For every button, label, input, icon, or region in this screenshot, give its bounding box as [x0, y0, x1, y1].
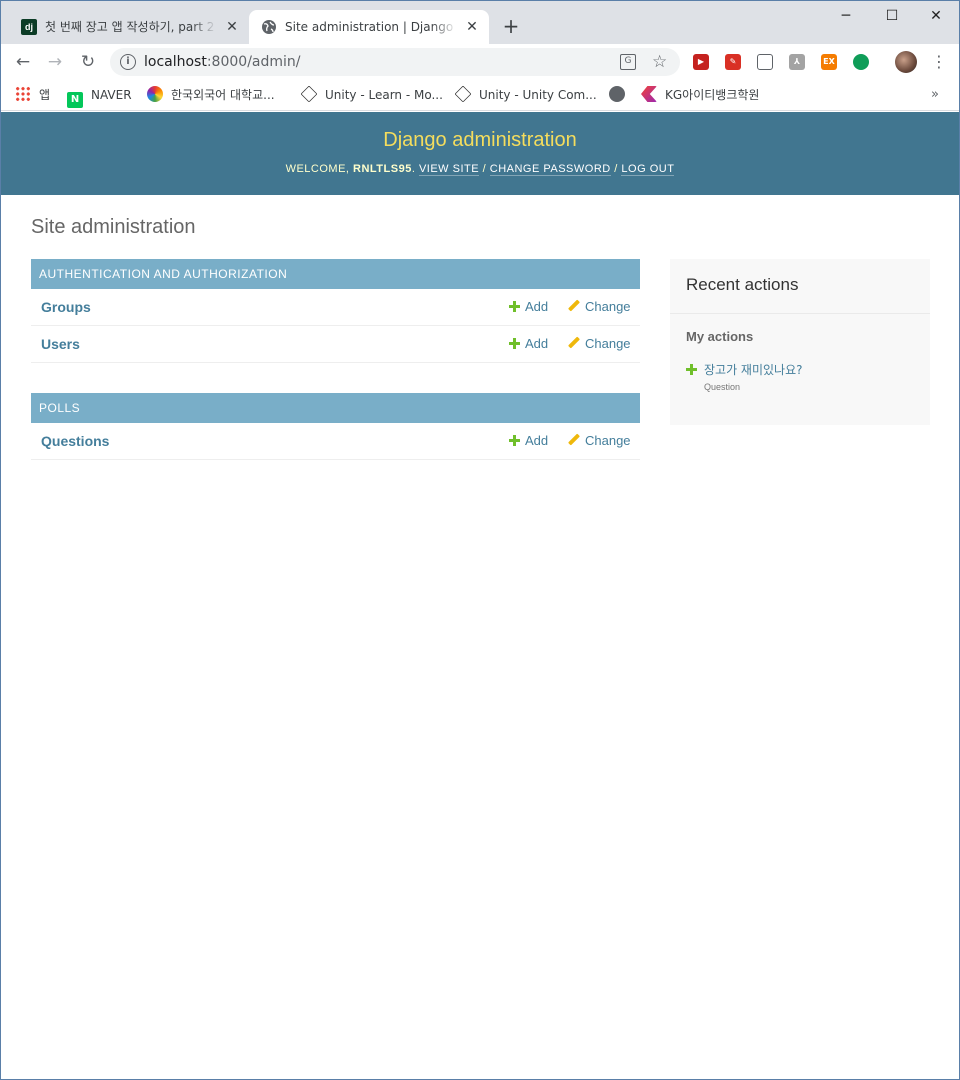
extension-reader-icon[interactable]	[757, 54, 773, 70]
new-tab-button[interactable]: +	[499, 14, 523, 38]
tab-title: 첫 번째 장고 앱 작성하기, part 2 | Django 문서	[45, 20, 217, 34]
close-icon[interactable]: ✕	[463, 18, 481, 36]
hufs-icon	[147, 86, 163, 102]
add-icon	[686, 364, 697, 375]
back-arrow-icon[interactable]: ←	[11, 50, 35, 74]
unity-icon	[300, 85, 318, 103]
url-text[interactable]: localhost:8000/admin/	[144, 53, 301, 71]
close-window-button[interactable]: ✕	[913, 1, 959, 31]
django-favicon-icon: dj	[21, 19, 37, 35]
bookmark-kg-itbank[interactable]: KG아이티뱅크학원	[641, 85, 759, 105]
tab-strip: dj 첫 번째 장고 앱 작성하기, part 2 | Django 문서 ✕ …	[1, 1, 959, 44]
close-icon[interactable]: ✕	[223, 18, 241, 36]
kg-icon	[641, 86, 657, 102]
tab-site-admin[interactable]: Site administration | Django site admin …	[249, 10, 489, 44]
minimize-button[interactable]: ─	[823, 1, 869, 31]
extension-pdf-icon[interactable]: ⅄	[789, 54, 805, 70]
model-link-users[interactable]: Users	[41, 336, 80, 352]
profile-avatar[interactable]	[895, 51, 917, 73]
recent-action-link[interactable]: 장고가 재미있나요?	[686, 362, 803, 378]
model-row-groups: Groups Add Change	[31, 289, 640, 326]
pencil-icon	[568, 300, 580, 312]
browser-window: dj 첫 번째 장고 앱 작성하기, part 2 | Django 문서 ✕ …	[0, 0, 960, 1080]
username: rnltls95	[353, 163, 412, 175]
change-password-link[interactable]: Change password	[489, 163, 611, 176]
module-caption[interactable]: Authentication and Authorization	[31, 259, 640, 289]
add-icon	[509, 435, 520, 446]
site-branding[interactable]: Django administration	[1, 127, 959, 153]
view-site-link[interactable]: View site	[418, 163, 480, 176]
extension-icon[interactable]: ▶	[693, 54, 709, 70]
forward-arrow-icon[interactable]: →	[43, 50, 67, 74]
change-link[interactable]: Change	[568, 299, 631, 315]
my-actions-heading: My actions	[686, 329, 754, 344]
extension-chat-icon[interactable]	[853, 54, 869, 70]
globe-icon	[261, 19, 277, 35]
info-icon[interactable]: i	[120, 54, 136, 70]
pencil-icon	[568, 434, 580, 446]
apps-icon	[15, 86, 31, 102]
change-link[interactable]: Change	[568, 433, 631, 449]
module-polls: Polls Questions Add Change	[31, 393, 640, 460]
add-icon	[509, 338, 520, 349]
module-caption[interactable]: Polls	[31, 393, 640, 423]
tab-django-docs[interactable]: dj 첫 번째 장고 앱 작성하기, part 2 | Django 문서 ✕	[9, 10, 249, 44]
menu-dots-icon[interactable]: ⋮	[931, 50, 947, 74]
log-out-link[interactable]: Log out	[621, 163, 675, 176]
pencil-icon	[568, 337, 580, 349]
change-link[interactable]: Change	[568, 336, 631, 352]
unity-icon	[454, 85, 472, 103]
reload-icon[interactable]: ↻	[76, 50, 100, 74]
browser-toolbar: ← → ↻ i localhost:8000/admin/ G ☆ ▶ ✎ ⅄ …	[1, 44, 959, 80]
model-link-groups[interactable]: Groups	[41, 299, 91, 315]
translate-icon[interactable]: G	[620, 54, 636, 70]
bookmark-naver[interactable]: N NAVER	[67, 85, 132, 108]
address-bar[interactable]: i localhost:8000/admin/ G ☆	[110, 48, 680, 76]
bookmark-apps[interactable]: 앱	[15, 85, 50, 105]
welcome-text: Welcome,	[285, 163, 354, 175]
tab-title: Site administration | Django site admin	[285, 20, 457, 34]
add-icon	[509, 301, 520, 312]
bookmark-hufs[interactable]: 한국외국어 대학교...	[147, 85, 275, 105]
add-link[interactable]: Add	[509, 336, 548, 352]
model-link-questions[interactable]: Questions	[41, 433, 109, 449]
recent-actions-panel: Recent actions My actions 장고가 재미있나요? Que…	[670, 259, 930, 425]
extension-ex-icon[interactable]: EX	[821, 54, 837, 70]
model-row-users: Users Add Change	[31, 326, 640, 363]
add-link[interactable]: Add	[509, 433, 548, 449]
recent-actions-title: Recent actions	[686, 275, 799, 294]
bookmark-globe[interactable]	[609, 85, 633, 105]
add-link[interactable]: Add	[509, 299, 548, 315]
bookmark-star-icon[interactable]: ☆	[652, 51, 667, 73]
recent-action-type: Question	[704, 382, 741, 392]
module-auth: Authentication and Authorization Groups …	[31, 259, 640, 363]
more-bookmarks-icon[interactable]: »	[931, 85, 939, 105]
bookmark-unity-community[interactable]: Unity - Unity Com...	[454, 85, 597, 105]
maximize-button[interactable]: ☐	[869, 1, 915, 31]
model-row-questions: Questions Add Change	[31, 423, 640, 460]
extension-pin-icon[interactable]: ✎	[725, 54, 741, 70]
bookmark-unity-learn[interactable]: Unity - Learn - Mo...	[300, 85, 443, 105]
page-title: Site administration	[31, 216, 196, 238]
user-tools: Welcome, rnltls95. View site / Change pa…	[285, 163, 675, 176]
bookmarks-bar: 앱 N NAVER 한국외국어 대학교... Unity - Learn - Mo…	[1, 80, 959, 111]
naver-icon: N	[67, 92, 83, 108]
globe-icon	[609, 86, 625, 102]
divider	[670, 313, 930, 314]
admin-header: Django administration Welcome, rnltls95.…	[1, 112, 959, 195]
